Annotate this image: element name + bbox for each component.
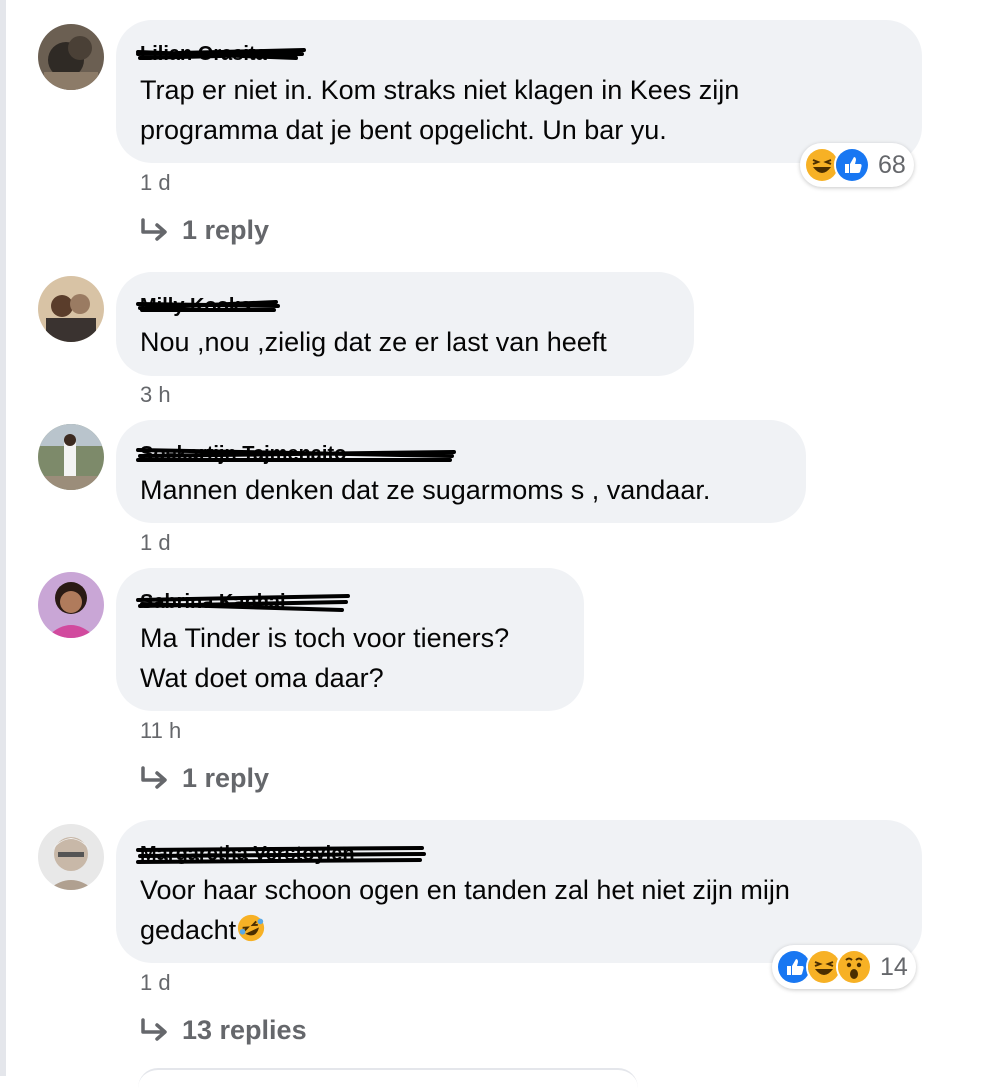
- reaction-count: 14: [880, 952, 908, 981]
- comment-text: Nou ,nou ,zielig dat ze er last van heef…: [140, 327, 607, 357]
- comment-timestamp[interactable]: 1 d: [140, 170, 171, 196]
- comment-text: Mannen denken dat ze sugarmoms s , vanda…: [140, 475, 711, 505]
- thread-line: [0, 0, 6, 1076]
- comment-timestamp[interactable]: 11 h: [140, 718, 181, 744]
- redaction-scribble: [136, 846, 426, 864]
- reply-label: 1 reply: [182, 215, 270, 245]
- comment-text: Trap er niet in. Kom straks niet klagen …: [140, 75, 740, 145]
- comment-text: Ma Tinder is toch voor tieners? Wat doet…: [140, 623, 510, 693]
- view-replies-button[interactable]: 1 reply: [140, 215, 269, 246]
- reply-arrow-icon: [141, 765, 167, 789]
- comment-timestamp[interactable]: 1 d: [140, 970, 171, 996]
- comment-bubble: Milly Kooks Nou ,nou ,zielig dat ze er l…: [116, 272, 694, 376]
- comment-bubble: Margaretha Verstoylen Voor haar schoon o…: [116, 820, 922, 963]
- avatar[interactable]: [38, 824, 104, 890]
- comment-text: Voor haar schoon ogen en tanden zal het …: [140, 875, 790, 945]
- comment-timestamp[interactable]: 3 h: [140, 382, 171, 408]
- avatar[interactable]: [38, 276, 104, 342]
- next-comment-edge: [138, 1068, 638, 1088]
- comment-author[interactable]: Margaretha Verstoylen: [136, 840, 898, 865]
- redaction-scribble: [136, 300, 280, 312]
- avatar[interactable]: [38, 424, 104, 490]
- rofl-emoji-icon: [237, 914, 265, 942]
- reply-arrow-icon: [141, 1017, 167, 1041]
- reaction-summary[interactable]: 68: [800, 143, 914, 187]
- redaction-scribble: [136, 594, 350, 612]
- comment-author[interactable]: Sabrina Kanhai: [136, 588, 560, 613]
- redaction-scribble: [136, 48, 306, 60]
- comment-author[interactable]: Soekartijn Tajmenaito: [136, 440, 782, 465]
- reply-arrow-icon: [141, 217, 167, 241]
- comment-bubble: Soekartijn Tajmenaito Mannen denken dat …: [116, 420, 806, 523]
- comment-timestamp[interactable]: 1 d: [140, 530, 171, 556]
- wow-icon: [836, 949, 872, 985]
- avatar[interactable]: [38, 24, 104, 90]
- reaction-count: 68: [878, 150, 906, 179]
- comment-bubble: Sabrina Kanhai Ma Tinder is toch voor ti…: [116, 568, 584, 711]
- view-replies-button[interactable]: 13 replies: [140, 1015, 307, 1046]
- comment-author[interactable]: Milly Kooks: [136, 292, 670, 317]
- like-icon: [834, 147, 870, 183]
- comment-author[interactable]: Lilian Orasita: [136, 40, 898, 65]
- avatar[interactable]: [38, 572, 104, 638]
- redaction-scribble: [136, 448, 456, 462]
- comment-bubble: Lilian Orasita Trap er niet in. Kom stra…: [116, 20, 922, 163]
- view-replies-button[interactable]: 1 reply: [140, 763, 269, 794]
- reaction-summary[interactable]: 14: [772, 945, 916, 989]
- reply-label: 1 reply: [182, 763, 270, 793]
- reply-label: 13 replies: [182, 1015, 307, 1045]
